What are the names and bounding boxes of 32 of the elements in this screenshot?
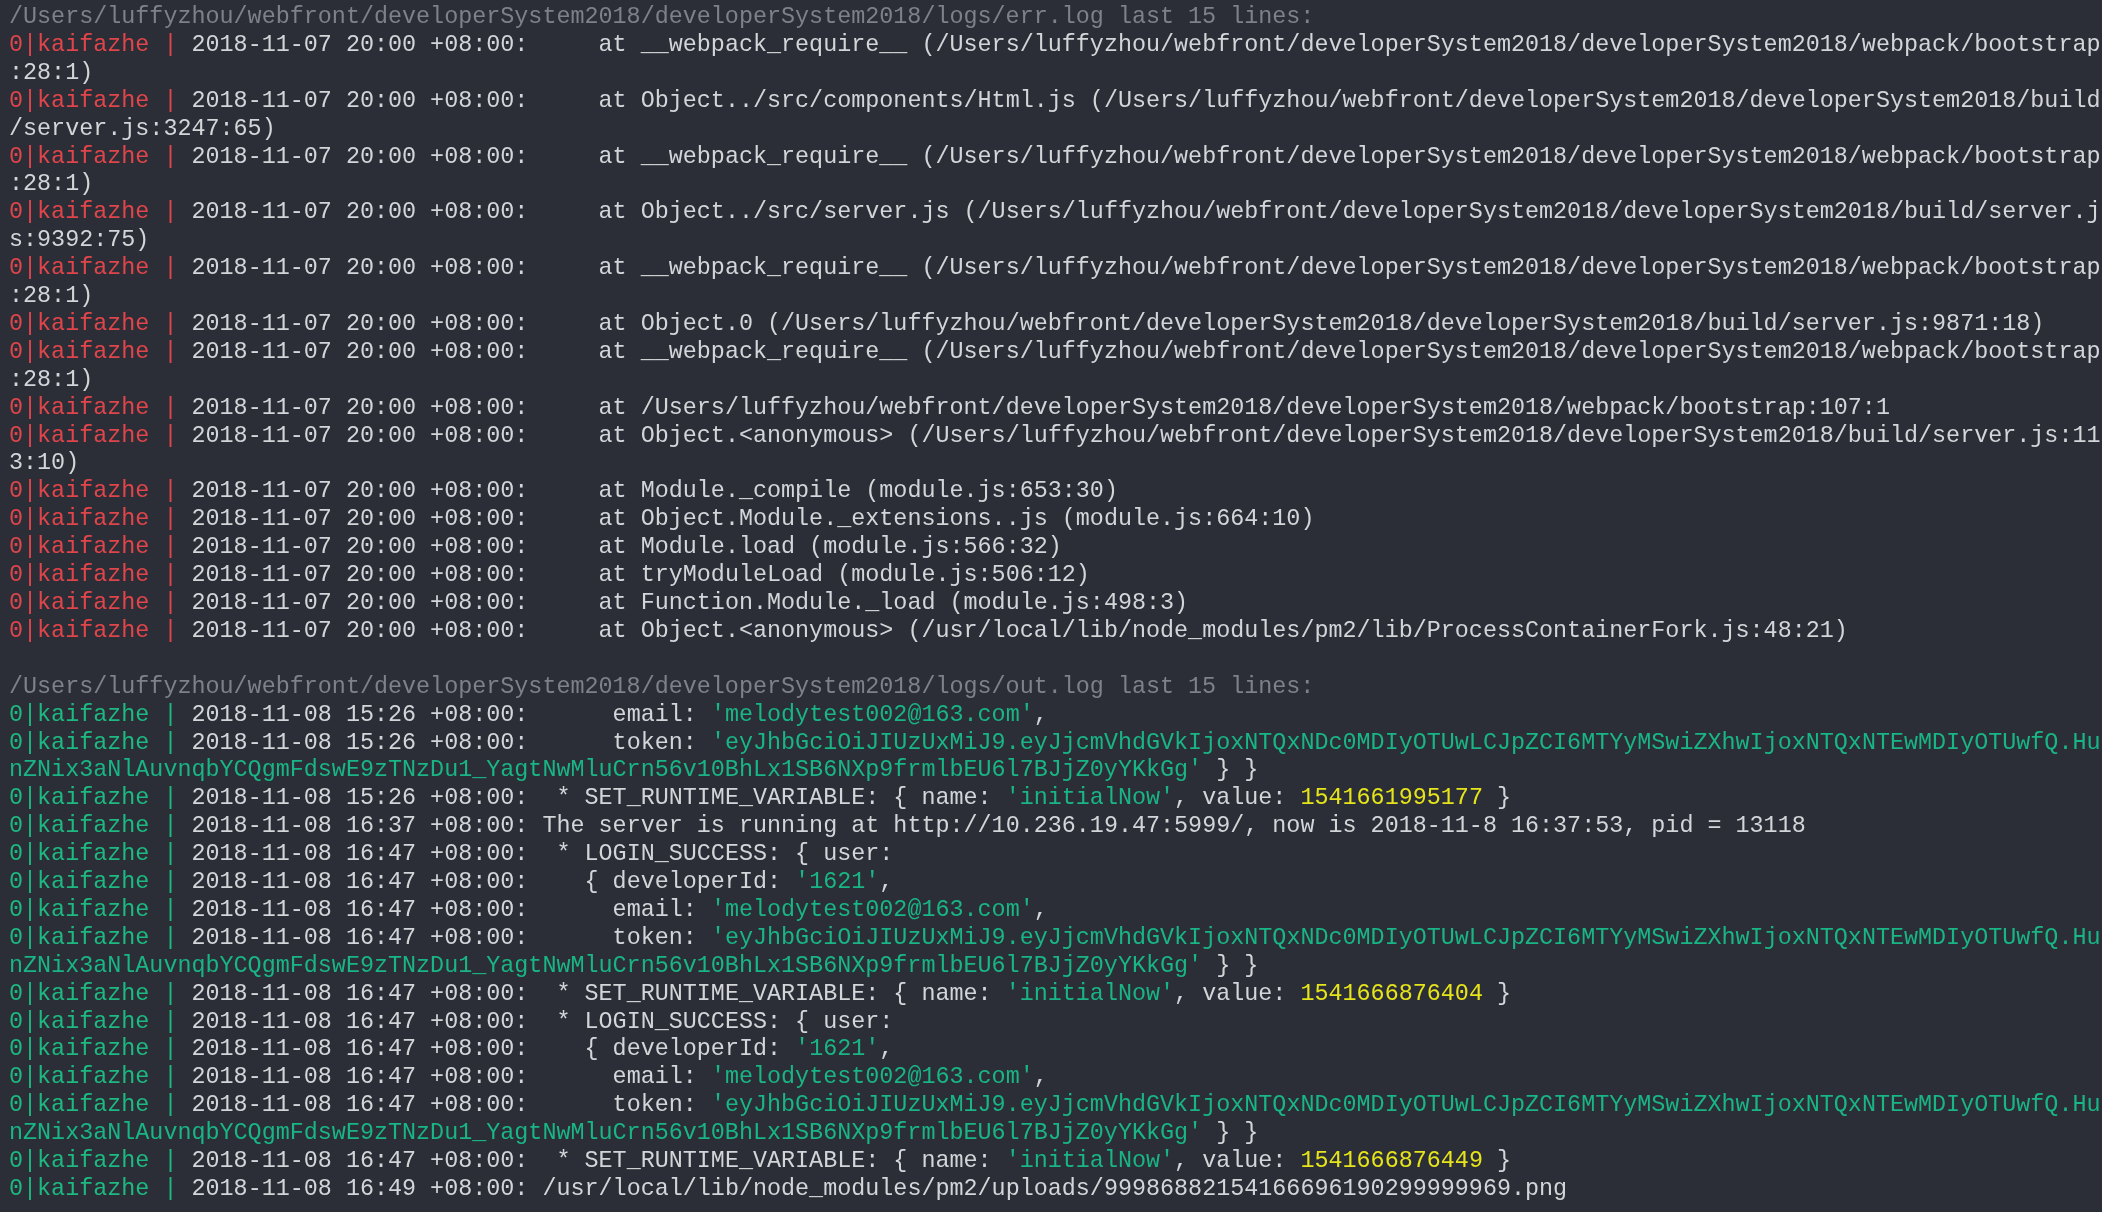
log-line: 0|kaifazhe | 2018-11-08 16:47 +08:00: { developerId: '1621', <box>9 869 895 897</box>
log-line: 0|kaifazhe | 2018-11-07 20:00 +08:00: at Module.load (module.js:566:32) <box>9 534 1063 563</box>
log-line: 0|kaifazhe | 2018-11-08 16:37 +08:00: The server is running at http://10.236.19.47:5999/, now is 2018-11-8 16:37:53, pid = 13118 <box>9 813 1807 842</box>
log-line: 0|kaifazhe | 2018-11-07 20:00 +08:00: at Object../src/components/Html.js (/Users/luffyzhou/webfront/developerSystem2018/developerSystem2018/build/server.js:3247:65) <box>9 87 2102 144</box>
log-line: 0|kaifazhe | 2018-11-08 16:47 +08:00: token: 'eyJhbGciOiJIUzUxMiJ9.eyJjcmVhdGVkIjoxNTQxNDc0MDIyOTUwLCJpZCI6MTYyMSwiZXhwIjoxNTQxNTEwMDIyOTUwfQ.HunZNix3aNlAuvnqbYCQgmFdswE9zTNzDu1_YagtNwMluCrn56v10BhLx1SB6NXp9frmlbEU6l7BJjZ0yYKkGg' } } <box>9 924 2102 981</box>
log-line: 0|kaifazhe | 2018-11-08 16:47 +08:00: email: 'melodytest002@163.com', <box>9 1064 1049 1093</box>
log-line: 0|kaifazhe | 2018-11-07 20:00 +08:00: at Module._compile (module.js:653:30) <box>9 478 1119 507</box>
log-line: 0|kaifazhe | 2018-11-08 15:26 +08:00: * SET_RUNTIME_VARIABLE: { name: 'initialNow', value: 1541661995177 } <box>9 785 1512 814</box>
log-line: 0|kaifazhe | 2018-11-08 16:47 +08:00: * LOGIN_SUCCESS: { user: <box>9 841 895 870</box>
log-line: 0|kaifazhe | 2018-11-07 20:00 +08:00: at Object.Module._extensions..js (module.js:664:10) <box>9 506 1316 535</box>
log-line: 0|kaifazhe | 2018-11-08 15:26 +08:00: token: 'eyJhbGciOiJIUzUxMiJ9.eyJjcmVhdGVkIjoxNTQxNDc0MDIyOTUwLCJpZCI6MTYyMSwiZXhwIjoxNTQxNTEwMDIyOTUwfQ.HunZNix3aNlAuvnqbYCQgmFdswE9zTNzDu1_YagtNwMluCrn56v10BhLx1SB6NXp9frmlbEU6l7BJjZ0yYKkGg' } } <box>9 729 2102 786</box>
log-line: 0|kaifazhe | 2018-11-08 16:47 +08:00: * LOGIN_SUCCESS: { user: <box>9 1008 895 1037</box>
log-line: 0|kaifazhe | 2018-11-08 16:47 +08:00: { developerId: '1621', <box>9 1036 895 1065</box>
log-line: 0|kaifazhe | 2018-11-07 20:00 +08:00: at Function.Module._load (module.js:498:3) <box>9 590 1190 618</box>
log-line: 0|kaifazhe | 2018-11-08 16:47 +08:00: * SET_RUNTIME_VARIABLE: { name: 'initialNow', value: 1541666876449 } <box>9 1148 1512 1176</box>
log-line: 0|kaifazhe | 2018-11-07 20:00 +08:00: at Object../src/server.js (/Users/luffyzhou/webfront/developerSystem2018/developerSystem2018/build/server.js:9392:75) <box>9 199 2102 256</box>
log-line: 0|kaifazhe | 2018-11-07 20:00 +08:00: at Object.<anonymous> (/usr/local/lib/node_modules/pm2/lib/ProcessContainerFork.js:48:21) <box>9 617 1849 646</box>
log-line: 0|kaifazhe | 2018-11-08 16:47 +08:00: token: 'eyJhbGciOiJIUzUxMiJ9.eyJjcmVhdGVkIjoxNTQxNDc0MDIyOTUwLCJpZCI6MTYyMSwiZXhwIjoxNTQxNTEwMDIyOTUwfQ.HunZNix3aNlAuvnqbYCQgmFdswE9zTNzDu1_YagtNwMluCrn56v10BhLx1SB6NXp9frmlbEU6l7BJjZ0yYKkGg' } } <box>9 1092 2102 1149</box>
log-line: 0|kaifazhe | 2018-11-07 20:00 +08:00: at Object.0 (/Users/luffyzhou/webfront/developerSystem2018/developerSystem2018/build/server.js:9871:18) <box>9 310 2046 339</box>
log-line: 0|kaifazhe | 2018-11-07 20:00 +08:00: at __webpack_require__ (/Users/luffyzhou/webfront/developerSystem2018/developerSystem2018/webpack/bootstrap:28:1) <box>9 255 2102 311</box>
log-line: 0|kaifazhe | 2018-11-08 15:26 +08:00: email: 'melodytest002@163.com', <box>9 701 1049 730</box>
log-header: /Users/luffyzhou/webfront/developerSystem2018/developerSystem2018/logs/err.log last 15 lines: <box>9 4 1316 32</box>
log-line: 0|kaifazhe | 2018-11-07 20:00 +08:00: at tryModuleLoad (module.js:506:12) <box>9 562 1091 590</box>
log-header: /Users/luffyzhou/webfront/developerSystem2018/developerSystem2018/logs/out.log last 15 lines: <box>9 673 1316 702</box>
log-line: 0|kaifazhe | 2018-11-08 16:47 +08:00: email: 'melodytest002@163.com', <box>9 896 1049 925</box>
log-line: 0|kaifazhe | 2018-11-08 16:47 +08:00: * SET_RUNTIME_VARIABLE: { name: 'initialNow', value: 1541666876404 } <box>9 980 1512 1009</box>
log-line: 0|kaifazhe | 2018-11-07 20:00 +08:00: at __webpack_require__ (/Users/luffyzhou/webfront/developerSystem2018/developerSystem2018/webpack/bootstrap:28:1) <box>9 31 2102 88</box>
log-line: 0|kaifazhe | 2018-11-07 20:00 +08:00: at __webpack_require__ (/Users/luffyzhou/webfront/developerSystem2018/developerSystem2018/webpack/bootstrap:28:1) <box>9 338 2102 395</box>
log-line: 0|kaifazhe | 2018-11-07 20:00 +08:00: at Object.<anonymous> (/Users/luffyzhou/webfront/developerSystem2018/developerSystem2018/build/server.js:113:10) <box>9 422 2102 479</box>
log-line: 0|kaifazhe | 2018-11-07 20:00 +08:00: at /Users/luffyzhou/webfront/developerSystem2018/developerSystem2018/webpack/bootstrap:107:1 <box>9 394 1891 423</box>
log-line: 0|kaifazhe | 2018-11-08 16:49 +08:00: /usr/local/lib/node_modules/pm2/uploads/99986882154166696190299999969.png <box>9 1176 1569 1204</box>
log-line: 0|kaifazhe | 2018-11-07 20:00 +08:00: at __webpack_require__ (/Users/luffyzhou/webfront/developerSystem2018/developerSystem2018/webpack/bootstrap:28:1) <box>9 143 2102 200</box>
